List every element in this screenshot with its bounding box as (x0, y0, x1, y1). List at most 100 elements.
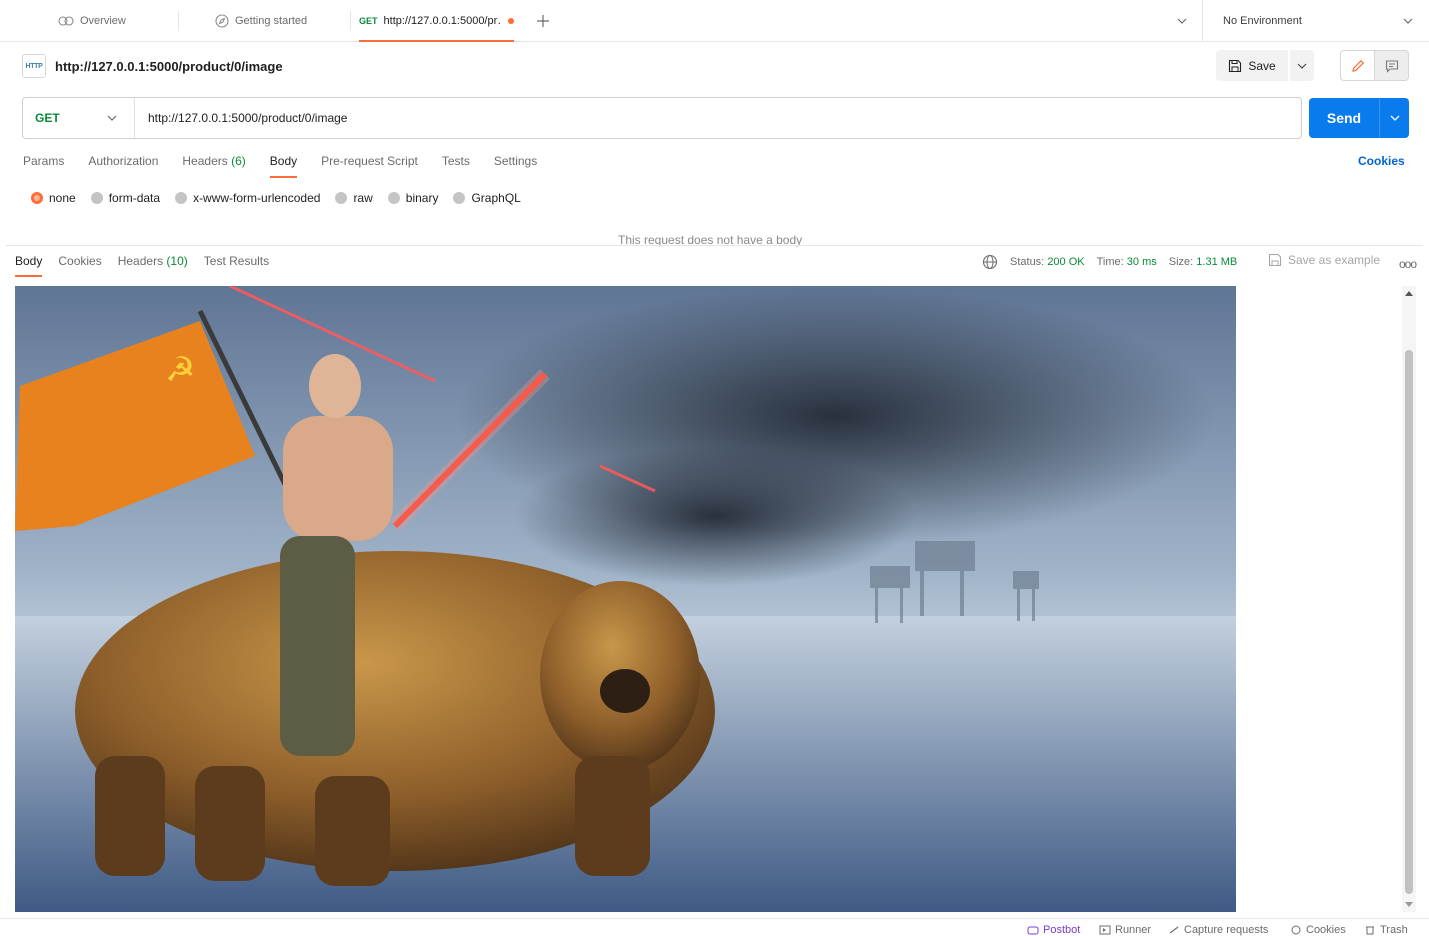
radio-graphql[interactable]: GraphQL (453, 191, 521, 205)
url-input[interactable] (135, 98, 1301, 138)
comment-icon (1385, 59, 1398, 73)
radio-label: binary (405, 191, 439, 205)
radio-icon (335, 192, 348, 204)
response-meta: Status: 200 OK Time: 30 ms Size: 1.31 MB (982, 254, 1237, 270)
send-dropdown-button[interactable] (1379, 98, 1409, 138)
plus-icon (537, 15, 549, 27)
request-tabs: Params Authorization Headers (6) Body Pr… (23, 150, 537, 178)
request-title[interactable]: http://127.0.0.1:5000/product/0/image (55, 59, 283, 74)
cookie-icon (1291, 925, 1301, 935)
method-select[interactable]: GET (23, 98, 135, 138)
panel-divider[interactable] (6, 245, 1423, 246)
tab-request-active[interactable]: GET http://127.0.0.1:5000/pr… (359, 0, 514, 42)
radio-none[interactable]: none (31, 191, 76, 205)
response-tab-body[interactable]: Body (15, 251, 43, 277)
tab-label: Getting started (235, 15, 308, 27)
new-tab-button[interactable] (536, 0, 550, 42)
save-as-example-button[interactable]: Save as example (1268, 253, 1380, 267)
radio-selected-icon (31, 192, 43, 204)
status-value: 200 OK (1047, 256, 1085, 268)
body-type-radios: none form-data x-www-form-urlencoded raw… (31, 189, 521, 207)
radio-label: GraphQL (471, 191, 521, 205)
radio-label: raw (353, 191, 373, 205)
tab-settings-label: Settings (493, 154, 538, 168)
bear-snout (600, 669, 650, 713)
save-icon (1268, 253, 1282, 267)
chevron-down-icon (107, 115, 117, 121)
trash-button[interactable]: Trash (1364, 924, 1408, 936)
time-readout[interactable]: Time: 30 ms (1097, 256, 1157, 268)
radio-icon (453, 192, 466, 204)
runner-icon (1099, 925, 1111, 935)
response-image-illustration: ☭ (15, 286, 1236, 912)
runner-button[interactable]: Runner (1099, 924, 1151, 936)
rider-head (309, 354, 361, 418)
response-tab-test-results-label: Test Results (203, 254, 270, 268)
tab-divider (350, 11, 351, 31)
tab-method: GET (359, 16, 378, 26)
unsaved-dot-icon (508, 18, 514, 24)
tab-authorization[interactable]: Authorization (88, 150, 158, 178)
radio-urlencoded[interactable]: x-www-form-urlencoded (175, 191, 320, 205)
response-tab-cookies-label: Cookies (58, 254, 102, 268)
runner-label: Runner (1115, 924, 1152, 936)
tab-getting-started[interactable]: Getting started (215, 0, 307, 42)
radio-form-data[interactable]: form-data (90, 191, 160, 205)
chevron-down-icon (1390, 115, 1399, 121)
more-options-button[interactable]: ooo (1399, 257, 1417, 271)
method-value: GET (35, 111, 60, 125)
capture-label: Capture requests (1184, 924, 1269, 936)
cookies-button[interactable]: Cookies (1290, 924, 1346, 936)
radio-raw[interactable]: raw (335, 191, 373, 205)
postbot-button[interactable]: Postbot (1027, 924, 1080, 936)
globe-icon[interactable] (982, 254, 998, 270)
status-readout[interactable]: Status: 200 OK (1010, 256, 1085, 268)
size-label: Size: (1168, 256, 1194, 268)
environment-selector[interactable]: No Environment (1202, 0, 1429, 42)
response-scrollbar[interactable] (1402, 286, 1416, 912)
response-tab-cookies[interactable]: Cookies (58, 251, 101, 277)
http-icon: HTTP (22, 54, 46, 78)
cookies-link[interactable]: Cookies (1358, 154, 1405, 168)
tab-bar: Overview Getting started GET http://127.… (0, 0, 1429, 42)
radio-binary[interactable]: binary (387, 191, 439, 205)
send-button[interactable]: Send (1309, 98, 1379, 138)
tab-tests[interactable]: Tests (442, 150, 470, 178)
flag-emblem: ☭ (165, 350, 195, 390)
tab-headers-label: Headers (182, 154, 228, 168)
save-icon (1229, 59, 1242, 72)
save-dropdown-button[interactable] (1290, 50, 1314, 81)
status-label: Status: (1010, 256, 1045, 268)
response-tab-body-label: Body (15, 254, 43, 268)
edit-button[interactable] (1340, 50, 1374, 81)
scroll-up-icon[interactable] (1405, 291, 1413, 296)
tab-params-label: Params (23, 154, 65, 168)
capture-requests-button[interactable]: Capture requests (1168, 924, 1268, 936)
url-bar: GET (22, 97, 1302, 139)
tab-overview[interactable]: Overview (58, 0, 126, 42)
request-title-row: HTTP http://127.0.0.1:5000/product/0/ima… (22, 53, 283, 79)
chevron-down-icon (1177, 18, 1187, 24)
response-tab-test-results[interactable]: Test Results (204, 251, 269, 277)
tab-settings[interactable]: Settings (494, 150, 537, 178)
postbot-label: Postbot (1043, 924, 1081, 936)
radio-icon (90, 192, 103, 204)
comments-button[interactable] (1374, 50, 1409, 81)
tabs-dropdown-button[interactable] (1176, 0, 1188, 42)
smoke-cloud (515, 446, 915, 586)
chevron-down-icon (1403, 18, 1413, 24)
tab-params[interactable]: Params (23, 150, 64, 178)
tab-body[interactable]: Body (269, 150, 298, 178)
rider-torso (283, 416, 393, 541)
response-headers-count: (10) (166, 254, 188, 268)
size-value: 1.31 MB (1196, 256, 1238, 268)
tab-headers[interactable]: Headers (6) (182, 150, 245, 178)
tab-prerequest-script[interactable]: Pre-request Script (321, 150, 418, 178)
radio-label: none (49, 191, 76, 205)
radio-label: x-www-form-urlencoded (193, 191, 321, 205)
scroll-down-icon[interactable] (1405, 902, 1413, 907)
response-tab-headers[interactable]: Headers (10) (118, 251, 188, 277)
save-button[interactable]: Save (1216, 50, 1288, 81)
scroll-thumb[interactable] (1405, 350, 1413, 894)
size-readout[interactable]: Size: 1.31 MB (1169, 256, 1238, 268)
